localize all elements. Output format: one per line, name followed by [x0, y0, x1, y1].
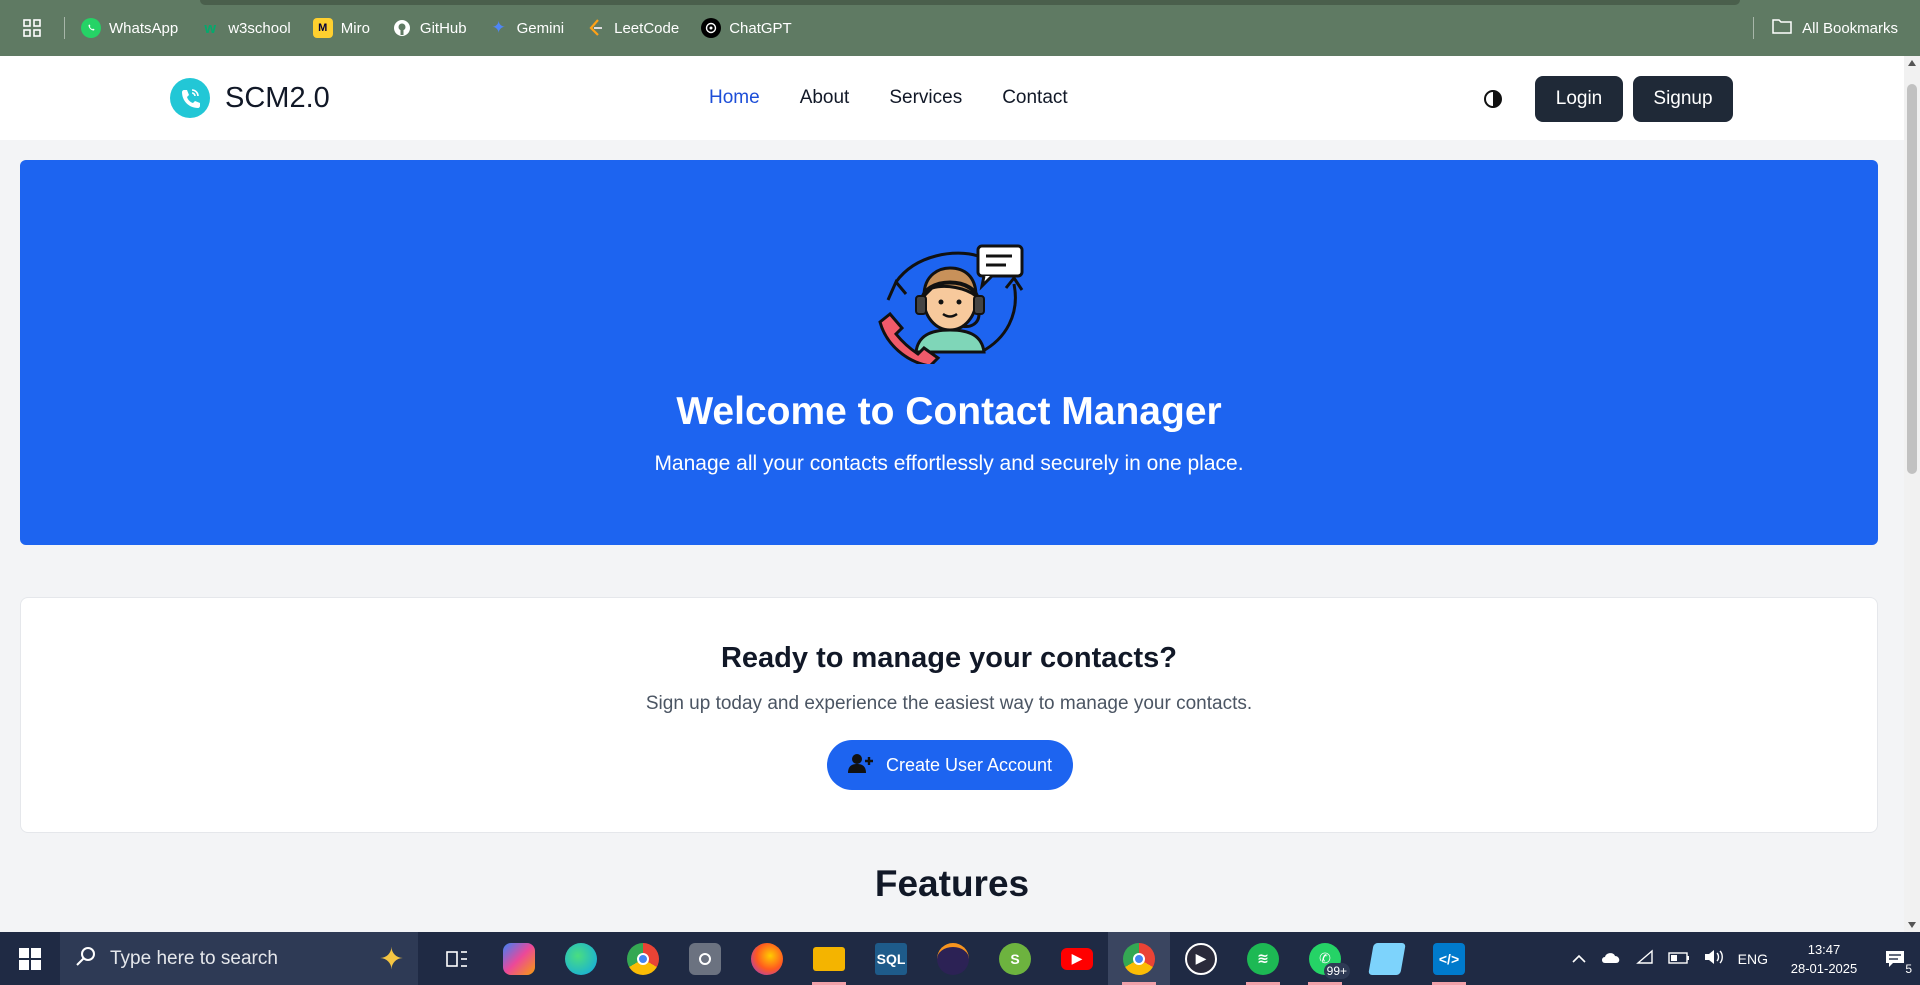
whatsapp-taskbar-icon[interactable]: ✆ 99+: [1294, 932, 1356, 985]
bookmark-github[interactable]: GitHub: [384, 12, 475, 44]
eclipse-icon[interactable]: [922, 932, 984, 985]
camera-icon[interactable]: [674, 932, 736, 985]
scroll-up-icon[interactable]: [1908, 60, 1916, 66]
miro-icon: M: [312, 18, 333, 38]
bookmarks-divider: [1753, 17, 1755, 39]
hero-banner: Welcome to Contact Manager Manage all yo…: [20, 160, 1878, 545]
file-explorer-icon[interactable]: [798, 932, 860, 985]
bookmark-leetcode[interactable]: LeetCode: [578, 12, 687, 44]
battery-icon[interactable]: [1667, 951, 1690, 967]
features-heading: Features: [874, 863, 1030, 904]
bookmark-label: LeetCode: [614, 19, 680, 37]
media-player-icon[interactable]: ▶: [1170, 932, 1232, 985]
all-bookmarks-label: All Bookmarks: [1802, 19, 1898, 37]
clock-date: 28-01-2025: [1790, 960, 1858, 976]
firefox-icon[interactable]: [736, 932, 798, 985]
theme-toggle-icon[interactable]: [1478, 78, 1508, 120]
chatgpt-icon: [701, 18, 722, 38]
clock[interactable]: 13:47 28-01-2025: [1782, 940, 1866, 978]
apps-grid-icon[interactable]: [0, 0, 64, 56]
clock-time: 13:47: [1807, 941, 1841, 957]
notification-center-icon[interactable]: 5: [1880, 944, 1912, 976]
bookmark-chatgpt[interactable]: ChatGPT: [693, 12, 800, 44]
signup-button[interactable]: Signup: [1633, 76, 1733, 122]
chrome-icon[interactable]: [612, 932, 674, 985]
mysql-workbench-icon[interactable]: SQL: [860, 932, 922, 985]
hero-title: Welcome to Contact Manager: [676, 390, 1222, 433]
scroll-down-icon[interactable]: [1908, 922, 1916, 928]
taskbar-search-box[interactable]: Type here to search ✦: [60, 932, 418, 985]
bookmark-label: ChatGPT: [729, 19, 792, 37]
search-icon: [76, 946, 96, 972]
wifi-icon[interactable]: [1635, 949, 1654, 968]
leetcode-icon: [586, 18, 606, 38]
tab-strip-edge: [200, 0, 1740, 5]
github-icon: [392, 18, 412, 38]
folder-icon: [1772, 18, 1792, 38]
bookmark-gemini[interactable]: ✦ Gemini: [481, 12, 573, 44]
cta-title: Ready to manage your contacts?: [720, 642, 1178, 674]
scrollbar-thumb[interactable]: [1907, 84, 1917, 474]
chevron-up-icon[interactable]: [1572, 951, 1586, 967]
taskbar-apps: SQL S ▶ ▶ ≋ ✆ 99+ </>: [426, 932, 1480, 985]
bookmark-label: WhatsApp: [109, 19, 179, 37]
nav-link-services[interactable]: Services: [889, 87, 962, 109]
edge-icon[interactable]: [550, 932, 612, 985]
customer-support-illustration: [866, 244, 1034, 368]
nav-actions: Login Signup: [1478, 76, 1733, 122]
onedrive-cloud-icon[interactable]: [1600, 950, 1622, 967]
bookmarks-divider: [64, 17, 65, 39]
windows-taskbar: Type here to search ✦ SQL S ▶ ▶ ≋ ✆ 99+ …: [0, 932, 1920, 985]
hero-subtitle: Manage all your contacts effortlessly an…: [654, 452, 1244, 475]
page-scrollbar[interactable]: [1904, 56, 1920, 932]
input-language[interactable]: ENG: [1738, 951, 1768, 967]
bookmark-whatsapp[interactable]: WhatsApp: [73, 12, 186, 44]
bookmark-label: w3school: [228, 19, 291, 37]
create-user-account-label: Create User Account: [885, 754, 1053, 775]
cta-subtitle: Sign up today and experience the easiest…: [645, 693, 1253, 714]
brand[interactable]: SCM2.0: [170, 78, 330, 118]
spotify-icon[interactable]: ≋: [1232, 932, 1294, 985]
volume-icon[interactable]: [1704, 949, 1724, 968]
site-navbar: SCM2.0 Home About Services Contact Login…: [0, 56, 1904, 140]
search-placeholder: Type here to search: [110, 947, 278, 969]
nav-link-contact[interactable]: Contact: [1002, 87, 1067, 109]
system-tray: ENG 13:47 28-01-2025 5: [1572, 932, 1920, 985]
copilot-icon[interactable]: [488, 932, 550, 985]
bookmarks-bar: WhatsApp w w3school M Miro GitHub ✦ Gemi…: [0, 0, 1920, 56]
windows-start-icon[interactable]: [0, 932, 60, 985]
nav-link-about[interactable]: About: [800, 87, 850, 109]
notification-count: 5: [1905, 961, 1912, 976]
w3schools-icon: w: [204, 19, 217, 37]
bookmark-label: Miro: [340, 19, 370, 37]
spring-tool-suite-icon[interactable]: S: [984, 932, 1046, 985]
whatsapp-unread-badge: 99+: [1323, 963, 1350, 979]
bookmark-label: Gemini: [516, 19, 565, 37]
page-viewport: SCM2.0 Home About Services Contact Login…: [0, 56, 1904, 932]
all-bookmarks[interactable]: All Bookmarks: [1753, 0, 1898, 56]
task-view-icon[interactable]: [426, 932, 488, 985]
bookmark-label: GitHub: [419, 19, 467, 37]
bookmark-w3school[interactable]: w w3school: [192, 12, 299, 44]
vscode-icon[interactable]: </>: [1418, 932, 1480, 985]
youtube-icon[interactable]: ▶: [1046, 932, 1108, 985]
user-plus-icon: [847, 753, 874, 778]
chrome-active-icon[interactable]: [1108, 932, 1170, 985]
whatsapp-icon: [81, 18, 101, 38]
brand-name: SCM2.0: [225, 81, 330, 114]
phone-logo-icon: [170, 78, 210, 118]
signup-cta-card: Ready to manage your contacts? Sign up t…: [20, 597, 1878, 833]
bookmark-miro[interactable]: M Miro: [305, 12, 378, 44]
create-user-account-button[interactable]: Create User Account: [827, 740, 1073, 790]
notepad-icon[interactable]: [1356, 932, 1418, 985]
copilot-sparkle-icon[interactable]: ✦: [379, 942, 404, 977]
main-nav: Home About Services Contact: [709, 56, 1068, 140]
login-button[interactable]: Login: [1535, 76, 1623, 122]
gemini-icon: ✦: [491, 18, 506, 37]
nav-link-home[interactable]: Home: [709, 87, 760, 109]
